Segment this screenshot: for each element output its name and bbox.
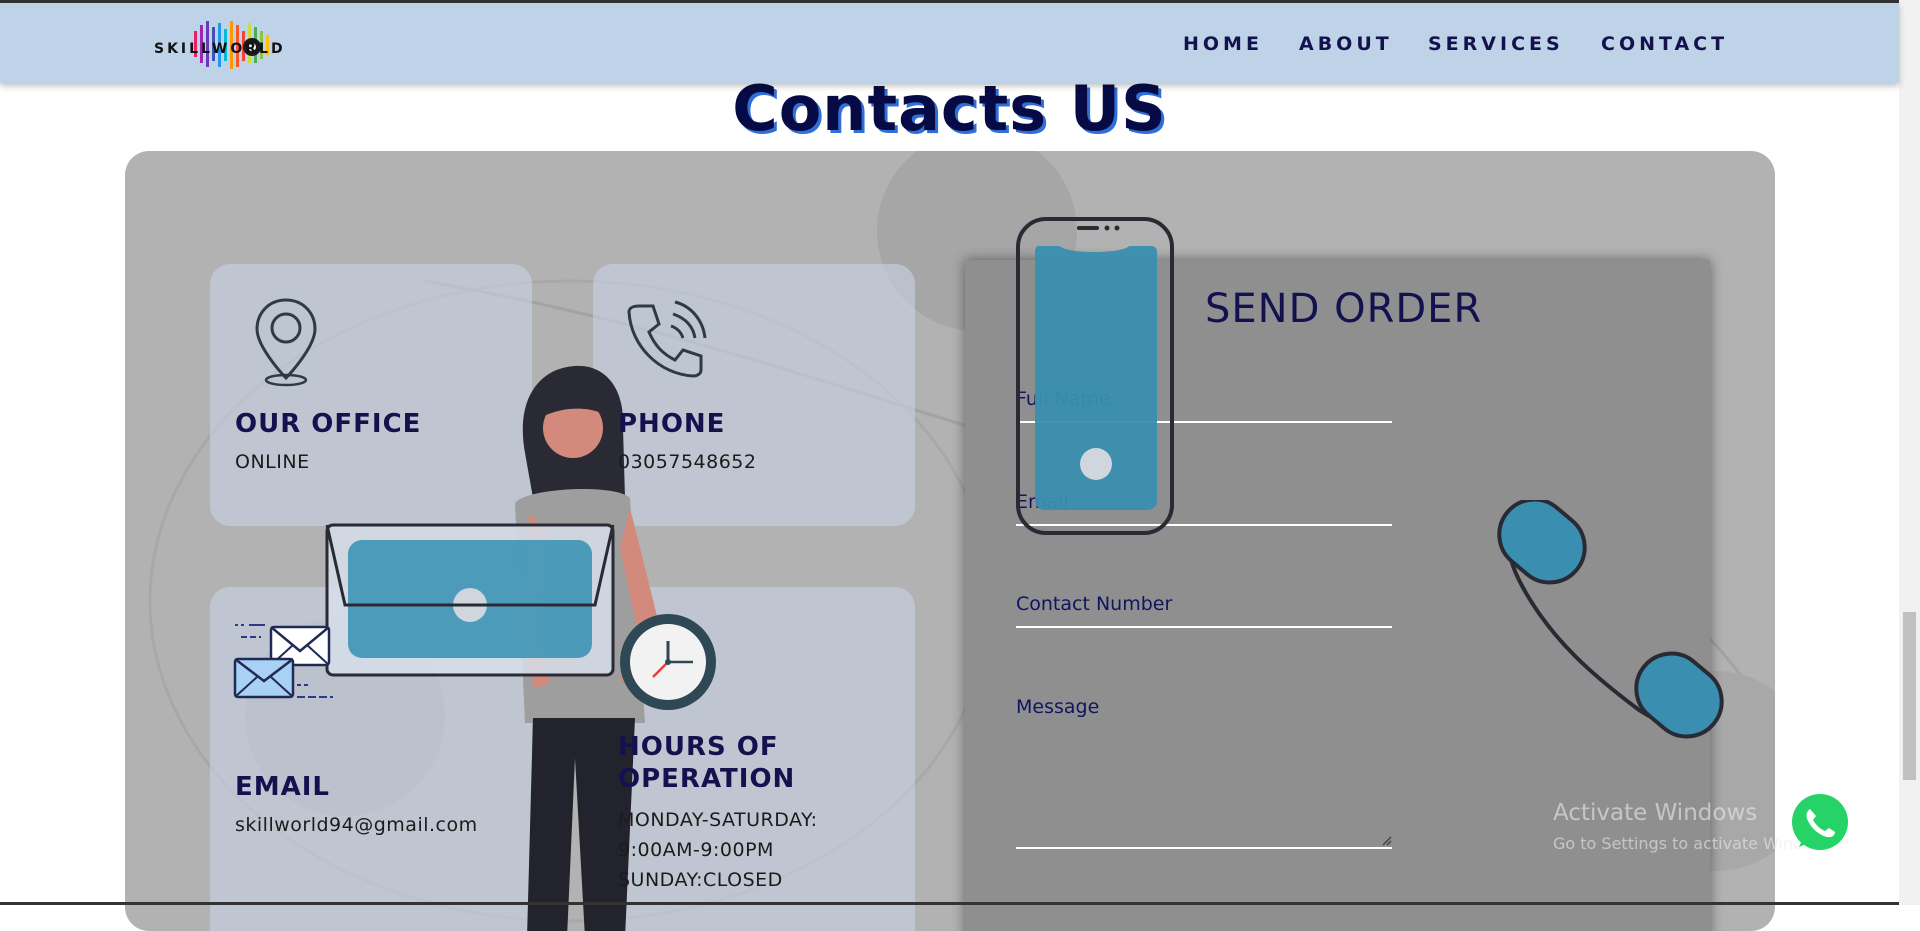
nav-contact[interactable]: CONTACT	[1601, 33, 1728, 55]
form-title: SEND ORDER	[1205, 286, 1483, 332]
message-label[interactable]: Message	[1016, 696, 1099, 718]
nav-home[interactable]: HOME	[1183, 33, 1263, 55]
resize-grip-icon[interactable]	[1382, 836, 1392, 846]
laptop-illustration	[325, 523, 615, 677]
hours-line3: SUNDAY:CLOSED	[618, 869, 783, 891]
navbar: SKILLWORLD HOME ABOUT SERVICES CONTACT	[0, 3, 1899, 83]
handset-illustration	[1497, 500, 1724, 739]
logo-text: SKILLWORLD	[154, 41, 286, 57]
email-text[interactable]: skillworld94@gmail.com	[235, 810, 478, 840]
hours-title: HOURS OF OPERATION	[618, 731, 795, 795]
contact-number-label[interactable]: Contact Number	[1016, 593, 1172, 615]
hours-title-line2: OPERATION	[618, 764, 796, 794]
scrollbar-thumb[interactable]	[1903, 612, 1916, 780]
hours-title-line1: HOURS OF	[618, 732, 779, 762]
activate-windows-title: Activate Windows	[1553, 800, 1758, 826]
contact-section: OUR OFFICE ONLINE PHONE 03057548652 EMAI…	[125, 151, 1775, 931]
mobile-phone-illustration	[1016, 217, 1174, 535]
envelope-icon	[233, 624, 333, 699]
clock-icon	[620, 614, 716, 710]
hours-line2: 9:00AM-9:00PM	[618, 839, 774, 861]
nav-about[interactable]: ABOUT	[1299, 33, 1393, 55]
hours-line1: MONDAY-SATURDAY:	[618, 809, 818, 831]
office-title: OUR OFFICE	[235, 409, 422, 439]
hours-text: MONDAY-SATURDAY: 9:00AM-9:00PM SUNDAY:CL…	[618, 805, 818, 895]
phone-text: 03057548652	[618, 451, 757, 473]
skillworld-logo[interactable]: SKILLWORLD	[150, 17, 320, 73]
phone-icon	[627, 300, 707, 378]
message-textarea[interactable]	[1016, 847, 1392, 849]
email-title: EMAIL	[235, 772, 330, 802]
office-text: ONLINE	[235, 451, 310, 473]
contact-number-input[interactable]	[1016, 626, 1392, 628]
whatsapp-icon[interactable]	[1785, 787, 1855, 857]
phone-title: PHONE	[618, 409, 726, 439]
nav-services[interactable]: SERVICES	[1428, 33, 1564, 55]
location-pin-icon	[255, 298, 317, 387]
